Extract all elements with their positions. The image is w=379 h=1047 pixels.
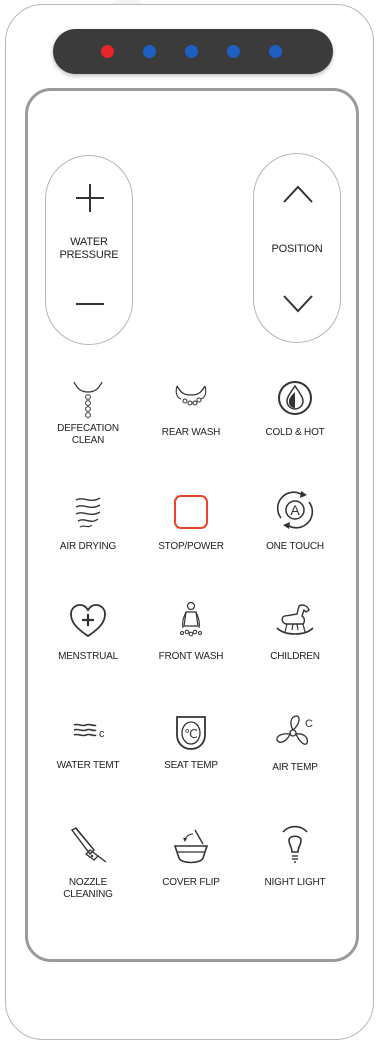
led-indicator-2 xyxy=(143,45,156,58)
menstrual-button[interactable]: MENSTRUAL xyxy=(36,602,140,692)
power-icon xyxy=(174,495,208,529)
rear-wash-icon xyxy=(175,385,207,406)
defecation-clean-button[interactable]: DEFECATION CLEAN xyxy=(36,378,140,468)
air-drying-icon xyxy=(75,497,101,528)
water-temp-glyph: c xyxy=(99,728,105,740)
air-temp-label: AIR TEMP xyxy=(272,762,318,773)
chevron-down-icon[interactable] xyxy=(278,284,318,324)
chevron-up-icon[interactable] xyxy=(278,174,318,214)
night-light-label: NIGHT LIGHT xyxy=(264,877,326,888)
water-drop-icon xyxy=(278,381,312,415)
stop-power-label: STOP/POWER xyxy=(158,541,224,552)
night-light-button[interactable]: NIGHT LIGHT xyxy=(243,825,347,916)
seat-temp-label: SEAT TEMP xyxy=(164,760,218,771)
position-control: POSITION xyxy=(253,153,341,343)
seat-temp-glyph: ℃ xyxy=(184,727,197,741)
one-touch-glyph: A xyxy=(290,502,300,518)
led-indicator-1 xyxy=(101,45,114,58)
stop-power-button[interactable]: STOP/POWER xyxy=(139,492,243,582)
air-temp-glyph: C xyxy=(305,718,313,730)
cover-flip-button[interactable]: COVER FLIP xyxy=(139,828,243,918)
water-pressure-label: WATER PRESSURE xyxy=(59,236,119,261)
defecation-clean-label: DEFECATION CLEAN xyxy=(57,423,119,446)
one-touch-label: ONE TOUCH xyxy=(266,541,324,552)
led-indicator-4 xyxy=(227,45,240,58)
minus-icon[interactable] xyxy=(70,284,110,324)
children-button[interactable]: CHILDREN xyxy=(243,602,347,692)
front-wash-label: FRONT WASH xyxy=(158,651,224,662)
air-temp-button[interactable]: C AIR TEMP xyxy=(243,713,347,803)
air-drying-button[interactable]: AIR DRYING xyxy=(36,492,140,582)
front-wash-button[interactable]: FRONT WASH xyxy=(139,600,243,690)
water-temp-icon: c xyxy=(73,723,105,740)
nozzle-icon xyxy=(70,827,107,863)
led-indicator-3 xyxy=(185,45,198,58)
water-pressure-control: WATER PRESSURE xyxy=(45,155,133,345)
defecation-clean-icon xyxy=(73,381,103,418)
one-touch-button[interactable]: A ONE TOUCH xyxy=(243,490,347,580)
cold-hot-label: COLD & HOT xyxy=(265,427,325,438)
rear-wash-button[interactable]: REAR WASH xyxy=(139,378,243,468)
position-label: POSITION xyxy=(271,243,323,255)
water-temp-button[interactable]: c WATER TEMT xyxy=(36,715,140,805)
heart-plus-icon xyxy=(70,604,106,638)
rocking-horse-icon xyxy=(276,604,314,635)
seat-temp-button[interactable]: ℃ SEAT TEMP xyxy=(139,713,243,803)
air-drying-label: AIR DRYING xyxy=(59,541,117,552)
water-temp-label: WATER TEMT xyxy=(56,760,120,771)
nozzle-cleaning-label: NOZZLE CLEANING xyxy=(63,877,113,900)
led-indicator-5 xyxy=(269,45,282,58)
nozzle-cleaning-button[interactable]: NOZZLE CLEANING xyxy=(36,826,140,916)
led-indicator-bar xyxy=(53,29,333,74)
one-touch-icon: A xyxy=(276,491,314,529)
front-wash-icon xyxy=(180,601,202,637)
cold-hot-button[interactable]: COLD & HOT xyxy=(243,378,347,468)
cover-flip-icon xyxy=(173,829,209,864)
fan-icon: C xyxy=(276,715,313,745)
rear-wash-label: REAR WASH xyxy=(161,427,221,438)
plus-icon[interactable] xyxy=(70,178,110,218)
light-bulb-icon xyxy=(282,825,308,863)
cover-flip-label: COVER FLIP xyxy=(162,877,220,888)
menstrual-label: MENSTRUAL xyxy=(58,651,118,662)
children-label: CHILDREN xyxy=(270,651,320,662)
seat-temp-icon: ℃ xyxy=(176,716,206,750)
